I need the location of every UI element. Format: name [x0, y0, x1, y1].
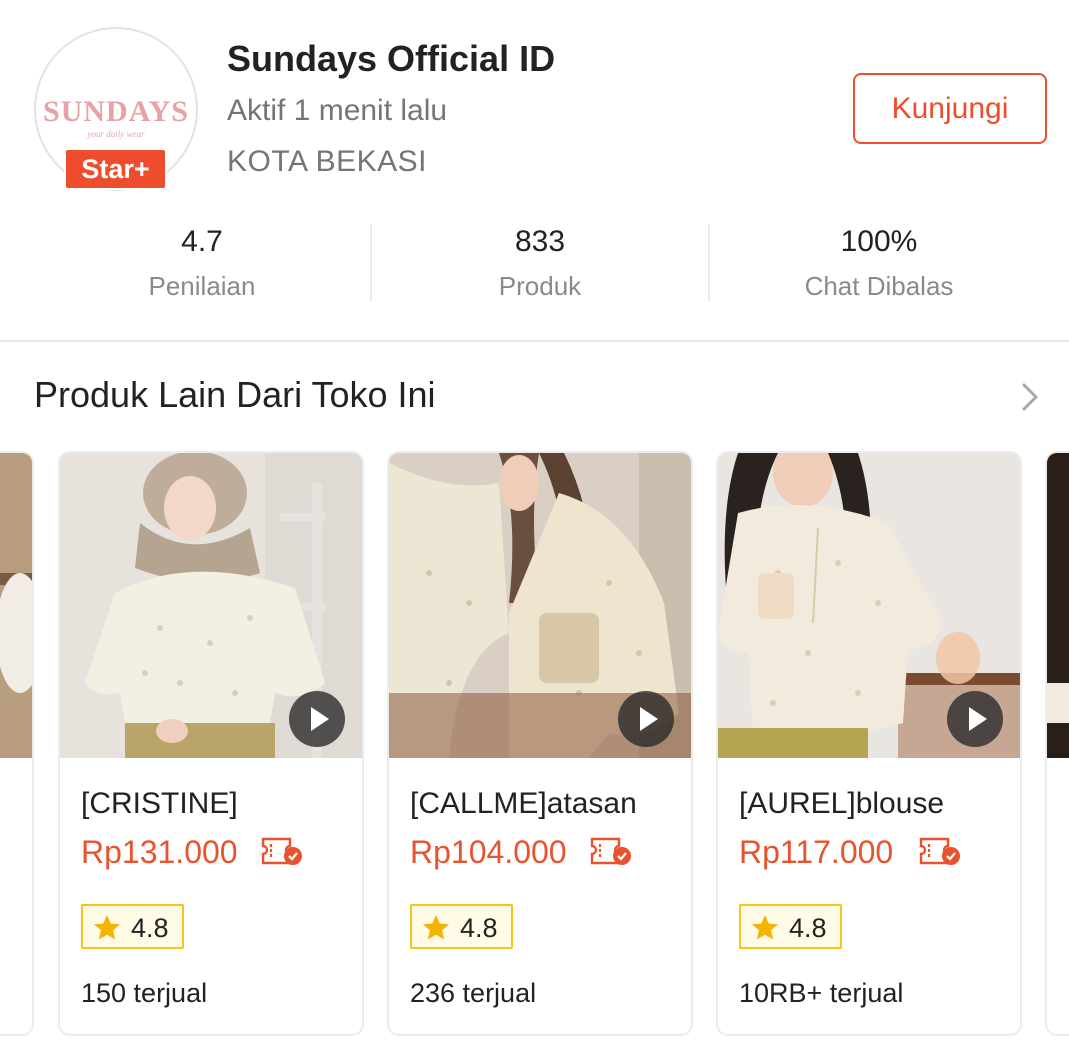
sold-count: 10RB+ terjual	[739, 978, 904, 1008]
shop-location: KOTA BEKASI	[227, 145, 428, 178]
play-icon[interactable]	[947, 691, 1003, 747]
product-card-partial-left[interactable]	[0, 451, 34, 1036]
rating-badge: 4.8	[81, 904, 184, 949]
product-card-partial-right[interactable]	[1045, 451, 1069, 1036]
play-icon[interactable]	[618, 691, 674, 747]
rating-value: 4.8	[460, 913, 498, 943]
product-title: [CALLME]atasan	[410, 787, 637, 820]
section-divider	[0, 340, 1069, 342]
shop-active-status: Aktif 1 menit lalu	[227, 94, 448, 127]
stat-rating[interactable]: 4.7 Penilaian	[32, 222, 372, 310]
product-image	[389, 453, 691, 758]
rating-value: 4.8	[131, 913, 169, 943]
product-card[interactable]: [CRISTINE] Rp131.000 4.8 150 terjual	[58, 451, 364, 1036]
stat-label: Penilaian	[148, 271, 256, 301]
product-carousel[interactable]: [CRISTINE] Rp131.000 4.8 150 terjual [CA…	[0, 451, 1069, 1041]
star-icon	[94, 915, 120, 940]
shop-stats: 4.7 Penilaian 833 Produk 100% Chat Dibal…	[0, 222, 1069, 304]
star-icon	[423, 915, 449, 940]
star-plus-badge: Star+	[64, 148, 167, 190]
stat-value: 833	[514, 225, 566, 258]
rating-badge: 4.8	[739, 904, 842, 949]
product-title: [AUREL]blouse	[739, 787, 945, 820]
voucher-icon	[590, 837, 631, 865]
product-price: Rp131.000	[81, 834, 238, 870]
rating-value: 4.8	[789, 913, 827, 943]
shop-logo-text: SUNDAYS	[43, 95, 189, 128]
stat-label: Produk	[498, 271, 582, 301]
voucher-icon	[919, 837, 960, 865]
shop-header: SUNDAYS your daily wear Star+ Sundays Of…	[0, 0, 1069, 200]
product-image	[60, 453, 362, 758]
product-title: [CRISTINE]	[81, 787, 238, 820]
star-icon	[752, 915, 778, 940]
visit-shop-button[interactable]: Kunjungi	[853, 73, 1047, 144]
product-price: Rp117.000	[739, 834, 894, 870]
sold-count: 236 terjual	[410, 978, 537, 1008]
product-card[interactable]: [CALLME]atasan Rp104.000 4.8 236 terjual	[387, 451, 693, 1036]
product-image	[718, 453, 1020, 758]
stat-label: Chat Dibalas	[804, 271, 954, 301]
product-image	[1047, 453, 1069, 758]
rating-badge: 4.8	[410, 904, 513, 949]
chevron-right-icon[interactable]	[1018, 379, 1042, 415]
product-price: Rp104.000	[410, 834, 567, 870]
voucher-icon	[261, 837, 302, 865]
sold-count: 150 terjual	[81, 978, 208, 1008]
product-image	[0, 453, 32, 758]
stat-chat-reply[interactable]: 100% Chat Dibalas	[709, 222, 1049, 310]
stat-value: 4.7	[181, 225, 223, 258]
section-title: Produk Lain Dari Toko Ini	[34, 374, 436, 415]
play-icon[interactable]	[289, 691, 345, 747]
shop-name[interactable]: Sundays Official ID	[227, 38, 555, 80]
stat-products[interactable]: 833 Produk	[370, 222, 710, 310]
shop-logo-tagline: your daily wear	[87, 129, 145, 139]
product-card[interactable]: [AUREL]blouse Rp117.000 4.8 10RB+ terjua…	[716, 451, 1022, 1036]
stat-value: 100%	[840, 225, 918, 258]
